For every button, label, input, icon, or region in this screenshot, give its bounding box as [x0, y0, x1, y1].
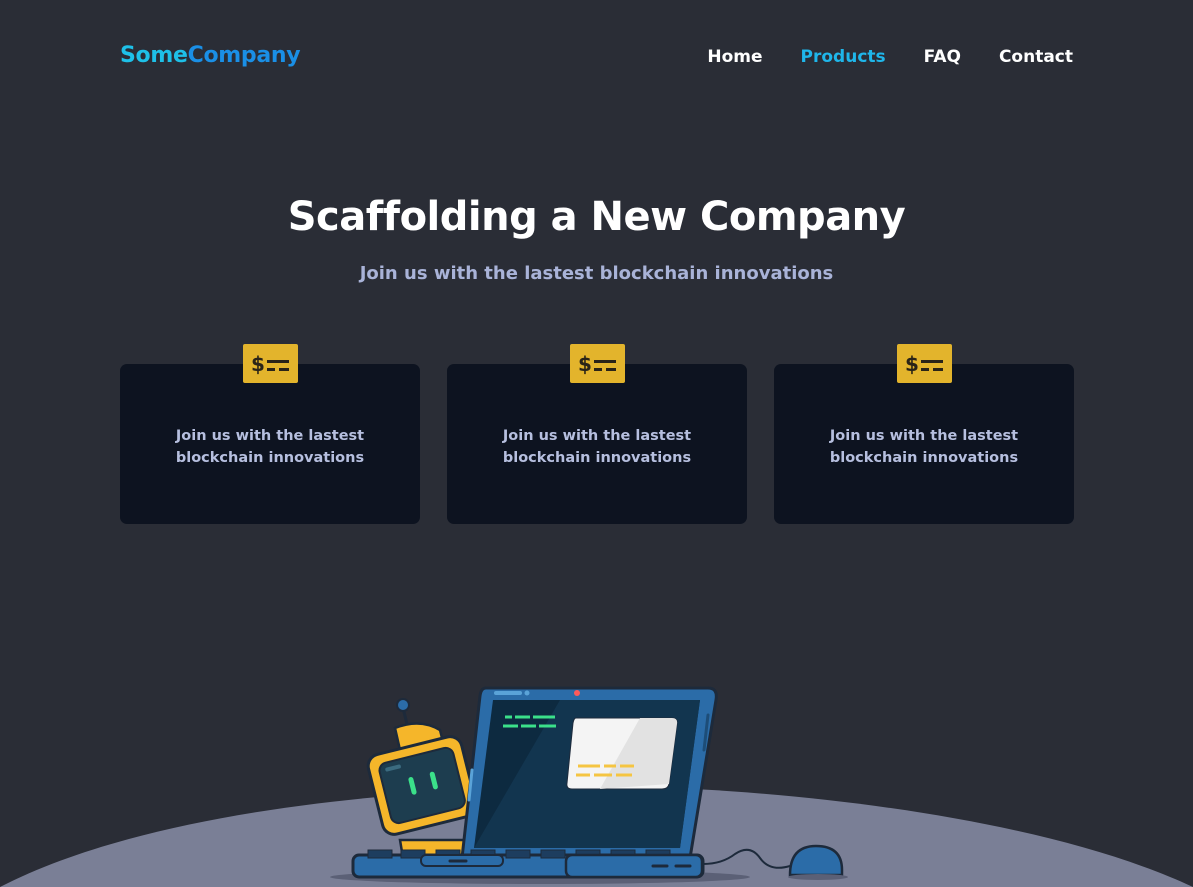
hero-title: Scaffolding a New Company — [287, 194, 906, 240]
payment-card-icon: $ — [570, 344, 625, 383]
logo-text-some: Some — [120, 43, 188, 68]
payment-card-icon: $ — [897, 344, 952, 383]
svg-text:$: $ — [905, 352, 919, 376]
feature-card: $ Join us with the lastest blockchain in… — [774, 344, 1074, 524]
feature-card-text: Join us with the lastest blockchain inno… — [502, 428, 692, 466]
hero-subtitle: Join us with the lastest blockchain inno… — [359, 263, 834, 284]
feature-card-text: Join us with the lastest blockchain inno… — [829, 428, 1019, 466]
computer-mouse — [788, 844, 844, 877]
nav-faq[interactable]: FAQ — [924, 47, 961, 67]
svg-text:$: $ — [578, 352, 592, 376]
nav-home[interactable]: Home — [707, 47, 762, 67]
nav-contact[interactable]: Contact — [999, 47, 1073, 67]
feature-card: $ Join us with the lastest blockchain in… — [120, 344, 420, 524]
feature-card: $ Join us with the lastest blockchain in… — [447, 344, 747, 524]
feature-cards: $ Join us with the lastest blockchain in… — [120, 344, 1074, 524]
payment-card-icon: $ — [243, 344, 298, 383]
robot-laptop-illustration — [0, 686, 1193, 887]
landing-page: SomeCompany Home Products FAQ Contact Sc… — [0, 0, 1193, 887]
logo-text-company: Company — [187, 43, 301, 68]
svg-text:$: $ — [251, 352, 265, 376]
main-nav: Home Products FAQ Contact — [707, 47, 1073, 67]
company-logo[interactable]: SomeCompany — [120, 43, 301, 68]
nav-products[interactable]: Products — [801, 47, 886, 67]
feature-card-text: Join us with the lastest blockchain inno… — [175, 428, 365, 466]
